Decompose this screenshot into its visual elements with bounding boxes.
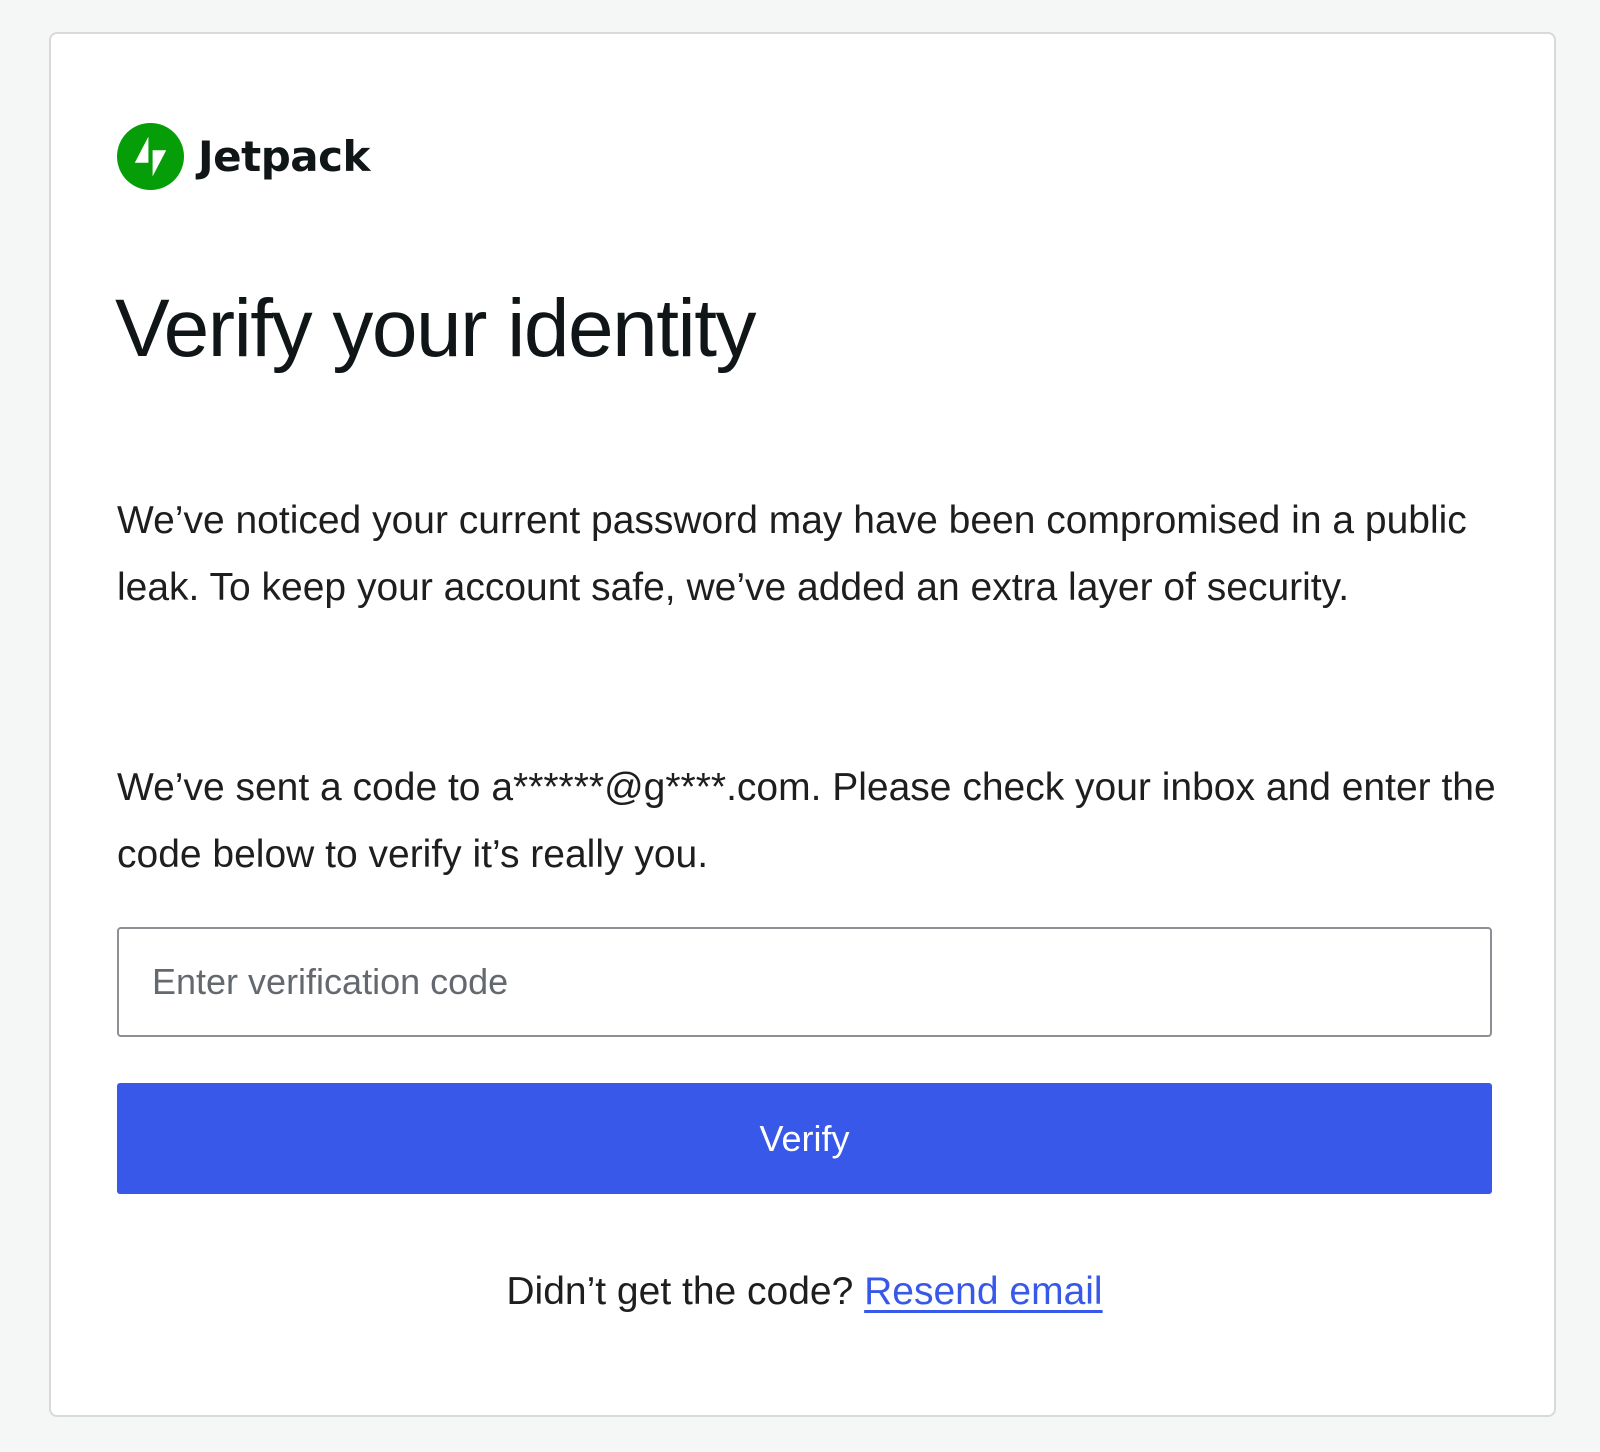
resend-email-link[interactable]: Resend email <box>864 1270 1102 1313</box>
brand-name: Jetpack <box>198 131 370 181</box>
resend-row: Didn’t get the code? Resend email <box>51 1270 1558 1314</box>
verification-code-input[interactable] <box>117 927 1492 1037</box>
code-sent-notice: We’ve sent a code to a******@g****.com. … <box>117 766 1496 876</box>
jetpack-bolt-icon <box>117 122 184 190</box>
jetpack-logo: Jetpack <box>117 122 370 190</box>
verification-card: Jetpack Verify your identity We’ve notic… <box>49 32 1556 1417</box>
page-title: Verify your identity <box>115 283 756 374</box>
compromised-notice: We’ve noticed your current password may … <box>117 499 1467 609</box>
verify-button[interactable]: Verify <box>117 1083 1492 1194</box>
resend-prompt: Didn’t get the code? <box>506 1270 865 1313</box>
